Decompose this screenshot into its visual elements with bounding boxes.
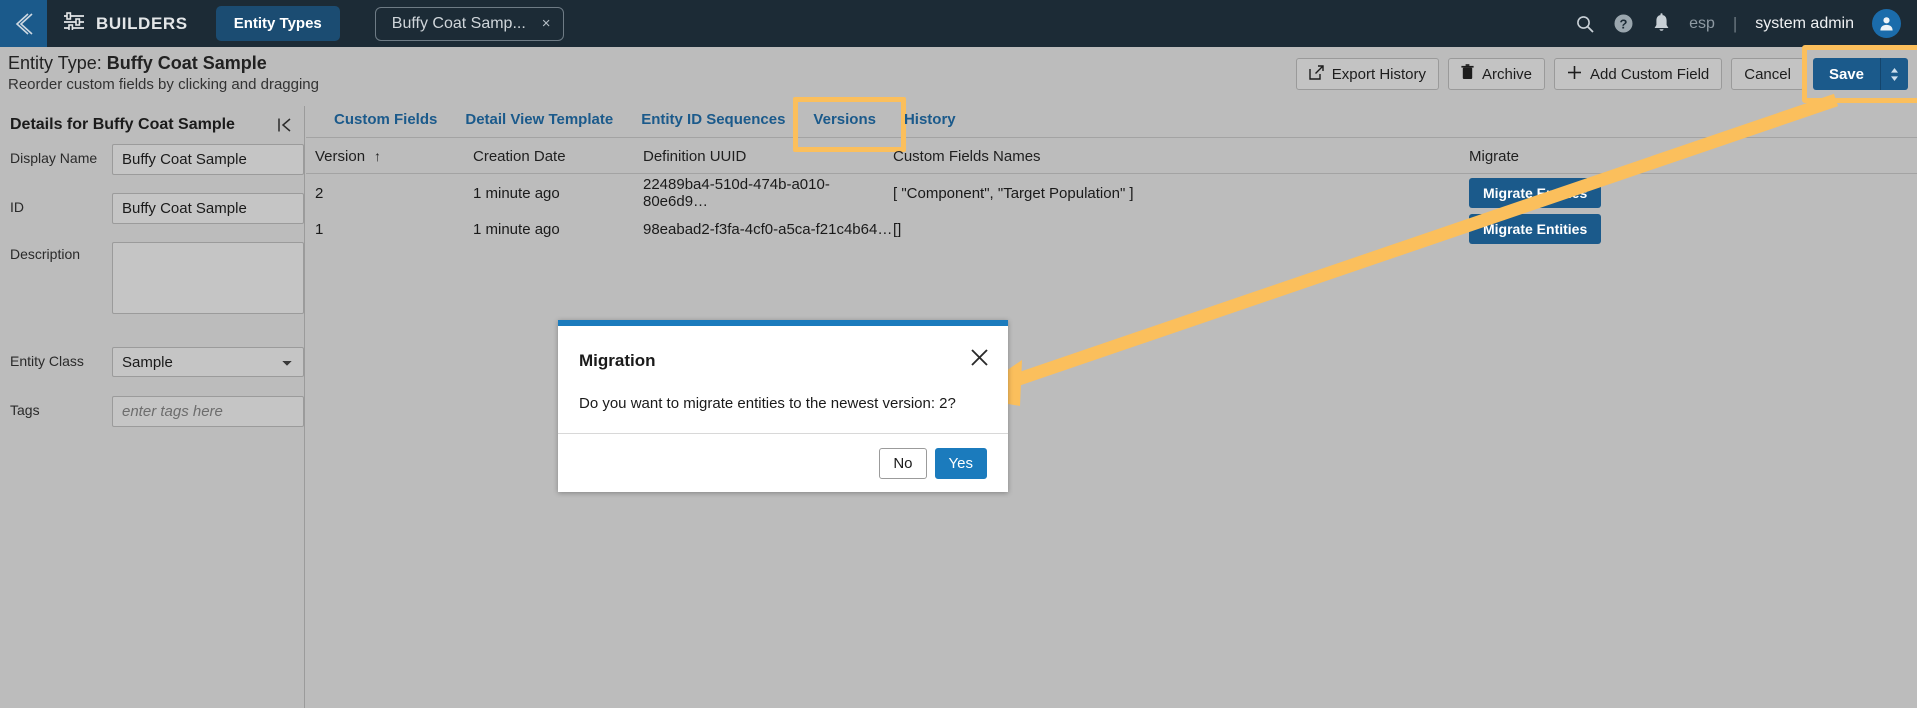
nav-separator: |: [1732, 13, 1738, 33]
entity-class-select[interactable]: Sample: [112, 347, 304, 377]
tab-detail-view-template[interactable]: Detail View Template: [451, 106, 627, 133]
nav-right-group: ? esp | system admin: [1575, 9, 1917, 38]
svg-text:?: ?: [1620, 16, 1628, 31]
builders-home-link[interactable]: BUILDERS: [63, 12, 188, 35]
cell-definition-uuid: 22489ba4-510d-474b-a010-80e6d9…: [643, 176, 830, 210]
trash-icon: [1461, 64, 1474, 84]
open-entity-tab-label: Buffy Coat Samp...: [391, 14, 526, 32]
cell-creation-date: 1 minute ago: [473, 184, 560, 202]
details-panel-title: Details for Buffy Coat Sample: [10, 116, 235, 133]
column-header-migrate: Migrate: [1469, 147, 1520, 165]
export-history-label: Export History: [1331, 65, 1426, 83]
display-name-label: Display Name: [10, 150, 98, 166]
top-navigation-bar: BUILDERS Entity Types Buffy Coat Samp...…: [0, 0, 1917, 47]
cell-version: 2: [315, 184, 324, 202]
migrate-entities-button[interactable]: Migrate Entities: [1469, 178, 1602, 208]
tags-input[interactable]: [112, 396, 304, 427]
collapse-panel-icon[interactable]: [277, 117, 293, 138]
entity-class-row: Entity Class Sample: [10, 347, 304, 377]
column-header-version-label: Version: [315, 147, 366, 165]
external-link-icon: [1309, 64, 1324, 84]
entity-class-label: Entity Class: [10, 353, 84, 369]
save-button-group: Save: [1801, 45, 1917, 103]
page-title: Entity Type: Buffy Coat Sample: [8, 53, 319, 74]
id-input[interactable]: [112, 193, 304, 224]
current-user-label[interactable]: system admin: [1755, 15, 1854, 33]
page-subtitle: Reorder custom fields by clicking and dr…: [8, 76, 319, 93]
page-title-prefix: Entity Type:: [8, 53, 107, 73]
column-header-definition-uuid[interactable]: Definition UUID: [643, 148, 893, 165]
id-row: ID: [10, 193, 304, 224]
archive-button[interactable]: Archive: [1448, 58, 1546, 90]
nav-entity-types-button[interactable]: Entity Types: [215, 6, 340, 41]
modal-title: Migration: [579, 351, 656, 370]
details-panel: Details for Buffy Coat Sample Display Na…: [0, 106, 305, 708]
tab-entity-id-sequences[interactable]: Entity ID Sequences: [627, 106, 799, 133]
cell-custom-fields-names: []: [893, 220, 902, 238]
entity-tabs: Custom Fields Detail View Template Entit…: [306, 97, 1917, 152]
page-header: Entity Type: Buffy Coat Sample Reorder c…: [0, 45, 1917, 106]
modal-no-button[interactable]: No: [879, 447, 927, 479]
column-header-creation-date[interactable]: Creation Date: [473, 148, 643, 165]
description-row: Description: [10, 242, 304, 314]
description-input[interactable]: [112, 242, 304, 314]
page-title-name: Buffy Coat Sample: [106, 53, 267, 73]
save-button[interactable]: Save: [1812, 58, 1880, 90]
table-row: 2 1 minute ago 22489ba4-510d-474b-a010-8…: [306, 174, 1917, 212]
help-icon[interactable]: ?: [1613, 13, 1634, 34]
language-selector[interactable]: esp: [1689, 15, 1715, 33]
user-avatar-icon[interactable]: [1872, 9, 1901, 38]
page-title-block: Entity Type: Buffy Coat Sample Reorder c…: [8, 53, 319, 93]
sliders-icon: [63, 12, 85, 35]
chevron-left-icon[interactable]: [0, 0, 47, 47]
table-row: 1 1 minute ago 98eabad2-f3fa-4cf0-a5ca-f…: [306, 212, 1917, 246]
open-entity-tab[interactable]: Buffy Coat Samp... ×: [374, 6, 564, 41]
close-icon[interactable]: [970, 348, 989, 371]
tab-history[interactable]: History: [890, 106, 970, 133]
display-name-input[interactable]: [112, 144, 304, 175]
display-name-row: Display Name: [10, 144, 304, 175]
modal-footer: No Yes: [558, 433, 1008, 492]
versions-table: Version ↑ Creation Date Definition UUID C…: [306, 139, 1917, 246]
close-icon[interactable]: ×: [542, 16, 551, 31]
cell-migrate: Migrate Entities: [1383, 214, 1603, 244]
add-custom-field-button[interactable]: Add Custom Field: [1554, 58, 1723, 90]
tags-row: Tags: [10, 396, 304, 427]
migrate-entities-button[interactable]: Migrate Entities: [1469, 214, 1602, 244]
cancel-button[interactable]: Cancel: [1731, 58, 1804, 90]
cell-version: 1: [315, 220, 324, 238]
description-label: Description: [10, 246, 81, 262]
modal-body-text: Do you want to migrate entities to the n…: [579, 395, 956, 412]
id-label: ID: [10, 199, 24, 215]
cell-migrate: Migrate Entities: [1383, 178, 1603, 208]
sort-ascending-icon: ↑: [374, 147, 382, 164]
search-icon[interactable]: [1575, 14, 1595, 34]
add-custom-field-label: Add Custom Field: [1590, 65, 1710, 83]
column-header-version[interactable]: Version ↑: [306, 148, 473, 165]
cell-creation-date: 1 minute ago: [473, 220, 560, 238]
export-history-button[interactable]: Export History: [1295, 58, 1439, 90]
builders-label: BUILDERS: [96, 13, 188, 33]
updown-caret-icon[interactable]: [1880, 58, 1908, 90]
tab-custom-fields[interactable]: Custom Fields: [320, 106, 451, 133]
modal-yes-button[interactable]: Yes: [934, 447, 987, 479]
tab-versions[interactable]: Versions: [793, 97, 906, 152]
table-header-row: Version ↑ Creation Date Definition UUID C…: [306, 139, 1917, 174]
migration-modal: Migration Do you want to migrate entitie…: [558, 320, 1008, 492]
content-area: Custom Fields Detail View Template Entit…: [306, 97, 1917, 708]
header-actions: Export History Archive Add Custom Field: [1295, 45, 1917, 103]
tags-label: Tags: [10, 402, 40, 418]
archive-label: Archive: [1482, 65, 1533, 83]
plus-icon: [1567, 65, 1582, 84]
cell-custom-fields-names: [ "Component", "Target Population" ]: [893, 184, 1134, 202]
column-header-custom-fields-names[interactable]: Custom Fields Names: [893, 148, 1383, 165]
bell-icon[interactable]: [1652, 13, 1671, 34]
cell-definition-uuid: 98eabad2-f3fa-4cf0-a5ca-f21c4b64…: [643, 220, 893, 238]
